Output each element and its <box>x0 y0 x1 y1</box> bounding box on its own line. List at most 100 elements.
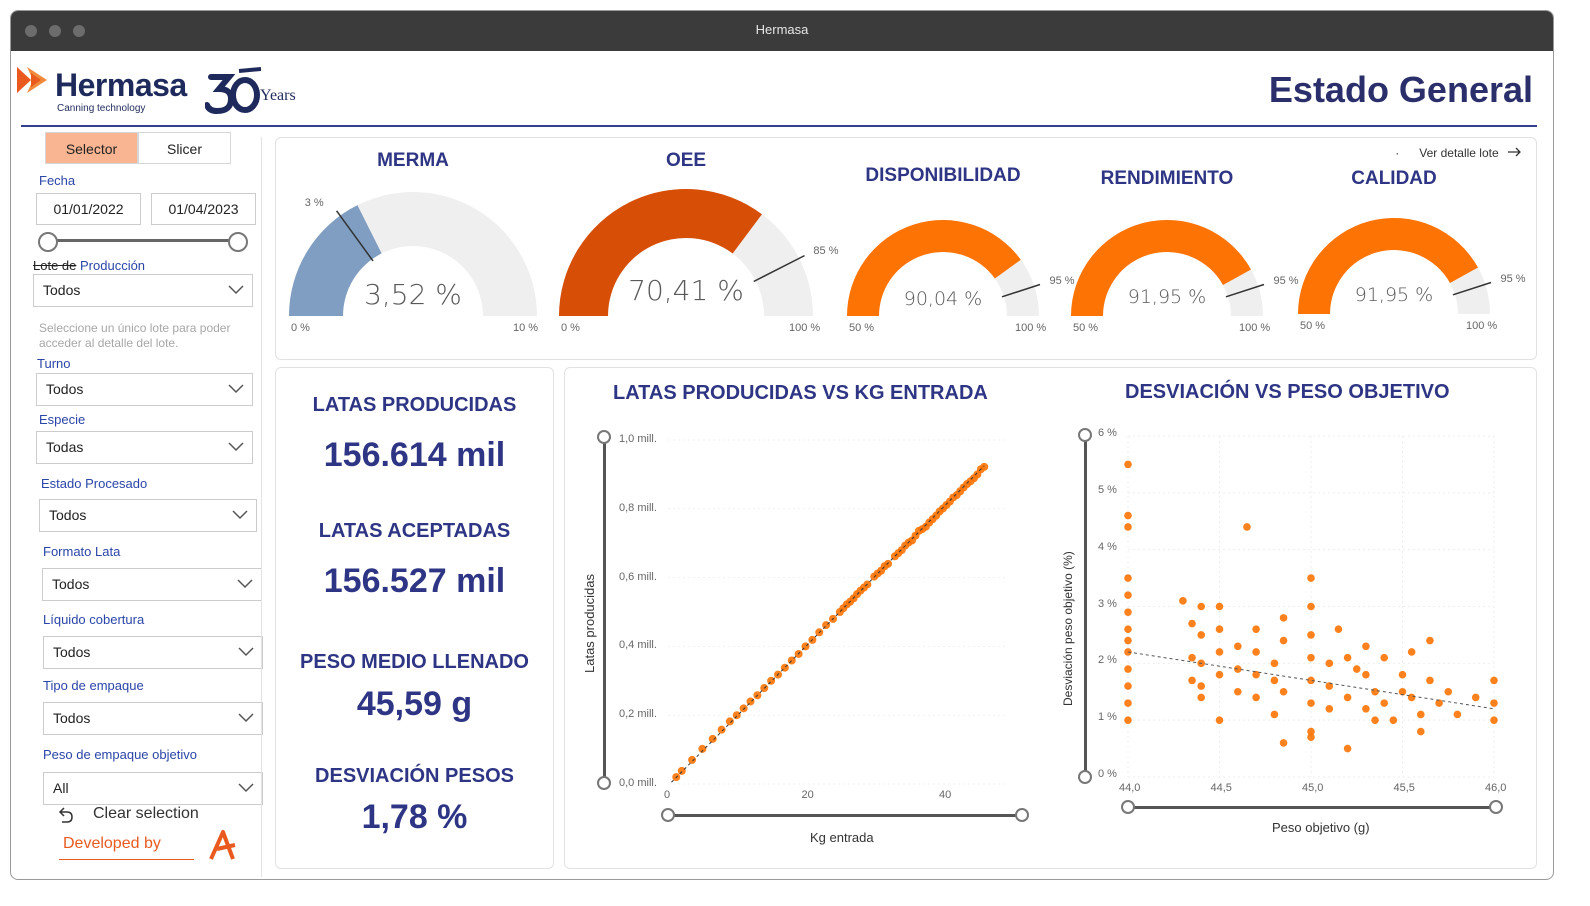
developer-logo-icon[interactable] <box>207 829 239 861</box>
chart2-point <box>1471 693 1480 702</box>
chart2-point <box>1279 636 1288 645</box>
peso-medio-title: PESO MEDIO LLENADO <box>300 651 529 673</box>
title-bar: Hermasa <box>11 11 1553 51</box>
date-to-input[interactable]: 01/04/2023 <box>151 193 256 225</box>
chart2-point <box>1270 659 1279 668</box>
turno-dropdown[interactable]: Todos <box>36 373 253 406</box>
chart2-point <box>1362 670 1370 679</box>
chart2-y-tick: 4 % <box>1098 540 1117 553</box>
peso-dropdown[interactable]: All <box>43 772 263 805</box>
chart1-x-tick: 40 <box>939 789 952 801</box>
formato-dropdown[interactable]: Todos <box>42 568 262 601</box>
estado-dropdown[interactable]: Todos <box>39 499 257 532</box>
chart2-point <box>1197 602 1205 611</box>
oee-gauge-target: 85 % <box>813 245 839 258</box>
turno-value: Todos <box>46 381 84 397</box>
chart2-point <box>1380 699 1388 707</box>
undo-icon <box>58 807 73 823</box>
date-slider-end-handle[interactable] <box>228 232 248 252</box>
chart2-point <box>1334 625 1343 634</box>
lote-value: Todos <box>43 282 81 298</box>
peso-label: Peso de empaque objetivo <box>43 747 197 762</box>
clear-selection-label: Clear selection <box>93 805 199 822</box>
chart2-point <box>1124 591 1132 599</box>
lote-dropdown[interactable]: Todos <box>33 274 253 307</box>
date-slider-start-handle[interactable] <box>38 232 58 252</box>
chart2-point <box>1215 625 1224 634</box>
especie-dropdown[interactable]: Todas <box>36 431 253 464</box>
desviacion-pesos-title: DESVIACIÓN PESOS <box>315 765 514 787</box>
especie-value: Todas <box>46 439 84 455</box>
chart2-y-tick: 3 % <box>1098 597 1117 610</box>
disponibilidad-gauge-min: 50 % <box>849 322 875 334</box>
chart2-point <box>1252 693 1260 702</box>
slicer-toggle-button[interactable]: Slicer <box>138 132 231 164</box>
liquido-value: Todos <box>53 644 91 660</box>
chart2-point <box>1215 648 1224 656</box>
charts-panel: LATAS PRODUCIDAS VS KG ENTRADA DESVIACIÓ… <box>564 367 1537 869</box>
chart2-point <box>1307 574 1315 582</box>
chart2-point <box>1124 636 1132 645</box>
chevron-down-icon <box>238 713 254 723</box>
chart2-point <box>1252 625 1260 634</box>
chart2-point <box>1215 716 1224 724</box>
chart2-point <box>1234 687 1242 696</box>
chevron-down-icon <box>228 285 244 295</box>
chart2-point <box>1124 523 1132 531</box>
chart2-point <box>1307 733 1315 742</box>
chart2-point <box>1124 625 1132 634</box>
merma-gauge-target: 3 % <box>304 196 324 209</box>
chart2-point <box>1215 670 1224 679</box>
years-label: Years <box>260 87 296 104</box>
chart2-point <box>1490 716 1498 724</box>
calidad-gauge-min: 50 % <box>1300 320 1326 332</box>
chart2-point <box>1490 676 1498 685</box>
chart2-point <box>1124 682 1132 690</box>
disponibilidad-gauge-max: 100 % <box>1015 322 1047 334</box>
merma-gauge-value: 3,52 % <box>364 278 462 311</box>
chart1-x-tick: 0 <box>664 789 671 801</box>
date-range-slider[interactable] <box>39 239 229 242</box>
chart2-point <box>1279 687 1288 696</box>
empaque-dropdown[interactable]: Todos <box>43 702 263 735</box>
chart2-point <box>1197 682 1205 690</box>
chart2-point <box>1307 631 1315 639</box>
chart2-point <box>1197 631 1205 639</box>
rendimiento-gauge-min: 50 % <box>1073 322 1099 334</box>
app-window: Hermasa Hermasa Canning technology Years… <box>10 10 1554 880</box>
merma-gauge-max: 10 % <box>513 322 539 334</box>
chart2-point <box>1124 716 1132 724</box>
calidad-gauge-title: CALIDAD <box>1351 168 1437 189</box>
chart2-point <box>1234 642 1242 651</box>
sidebar-divider <box>261 137 262 877</box>
chart2-point <box>1426 676 1434 685</box>
chart2-point <box>1307 602 1315 611</box>
chart2-point <box>1325 705 1334 713</box>
oee-gauge-max: 100 % <box>789 322 821 334</box>
latas-producidas-value: 156.614 mil <box>323 436 506 474</box>
chart2-plot <box>1124 435 1498 778</box>
calidad-gauge-value: 91,95 % <box>1354 284 1434 306</box>
hermasa-fish-logo-icon <box>17 67 47 93</box>
liquido-dropdown[interactable]: Todos <box>43 636 263 669</box>
selector-toggle-button[interactable]: Selector <box>45 132 138 164</box>
rendimiento-gauge-value: 91,95 % <box>1127 286 1207 308</box>
header-divider <box>21 125 1537 127</box>
lote-label-text: Producción <box>80 258 146 273</box>
rendimiento-gauge-title: RENDIMIENTO <box>1100 168 1234 189</box>
chart2-point <box>1417 727 1425 736</box>
peso-medio-value: 45,59 g <box>356 685 473 723</box>
chart2-point <box>1279 739 1288 747</box>
lote-hint: Seleccione un único lote para poder acce… <box>39 321 231 350</box>
lote-label: Lote de Producción <box>33 258 145 273</box>
chart2-x-tick: 45,0 <box>1302 782 1324 794</box>
chevron-down-icon <box>228 384 244 394</box>
brand-tagline: Canning technology <box>57 103 146 114</box>
chart2-point <box>1343 744 1352 753</box>
calidad-gauge-target: 95 % <box>1500 273 1526 286</box>
date-from-input[interactable]: 01/01/2022 <box>36 193 141 225</box>
lote-label-struck: Lote de <box>33 258 77 273</box>
chart2-point <box>1215 602 1224 611</box>
chart2-point <box>1444 687 1453 696</box>
latas-aceptadas-value: 156.527 mil <box>323 562 506 600</box>
